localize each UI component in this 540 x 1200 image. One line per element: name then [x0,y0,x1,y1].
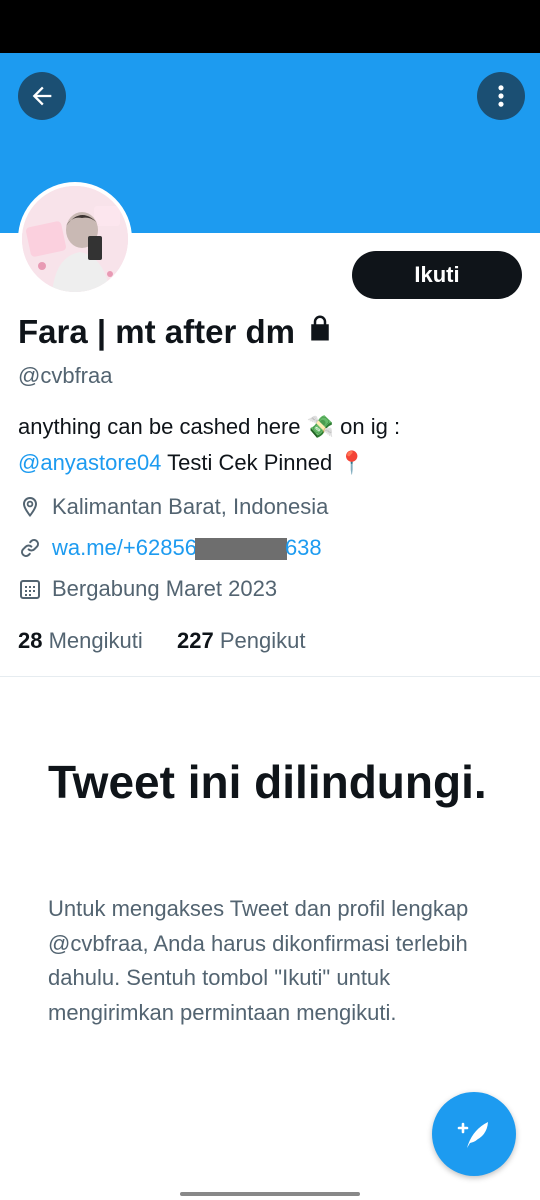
website-suffix: 638 [284,535,322,560]
following-count: 28 [18,628,43,653]
following-stat[interactable]: 28 Mengikuti [18,628,143,653]
status-bar [0,0,540,53]
location-pin-icon [23,497,37,517]
profile-name: Fara | mt after dm [18,313,295,350]
profile-bio: anything can be cashed here 💸 on ig : @a… [18,409,528,481]
profile-website: wa.me/+62856 638 [18,535,322,561]
bio-line-1: anything can be cashed here 💸 on ig : [18,414,401,439]
profile-joined: Bergabung Maret 2023 [18,576,277,602]
bio-line-2: @anyastore04 Testi Cek Pinned 📍 [18,445,528,481]
followers-stat[interactable]: 227 Pengikut [177,628,305,653]
bio-mention-link[interactable]: @anyastore04 [18,450,161,475]
protected-description: Untuk mengakses Tweet dan profil lengkap… [48,896,469,1025]
back-button[interactable] [18,72,66,120]
lock-icon [305,313,335,351]
compose-tweet-button[interactable] [432,1092,516,1176]
arrow-left-icon [32,86,52,106]
avatar[interactable] [18,182,132,296]
avatar-image [22,186,128,292]
compose-tweet-icon [457,1122,488,1148]
website-prefix: wa.me/+62856 [52,535,197,560]
bio-line-2-text: Testi Cek Pinned 📍 [161,450,366,475]
calendar-icon [20,580,40,599]
location-text: Kalimantan Barat, Indonesia [52,494,329,519]
profile-handle: @cvbfraa [18,363,113,388]
website-link[interactable]: wa.me/+62856 638 [52,535,322,561]
link-icon [21,539,39,557]
home-indicator [180,1192,360,1196]
protected-title: Tweet ini dilindungi. [48,756,487,808]
followers-label: Pengikut [219,628,306,653]
following-label: Mengikuti [48,628,143,653]
more-options-button[interactable] [477,72,525,120]
joined-text: Bergabung Maret 2023 [52,576,278,601]
profile-name-row: Fara | mt after dm [18,313,335,351]
divider [0,676,540,677]
redacted-block [194,538,287,561]
more-vertical-icon [498,85,504,107]
followers-count: 227 [177,628,214,653]
follow-counts: 28 Mengikuti 227 Pengikut [18,628,305,654]
follow-button[interactable]: Ikuti [352,251,522,299]
profile-location: Kalimantan Barat, Indonesia [18,494,328,520]
